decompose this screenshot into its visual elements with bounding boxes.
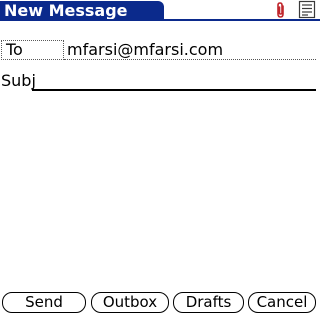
- drafts-button[interactable]: Drafts: [173, 292, 244, 313]
- to-field[interactable]: mfarsi@mfarsi.com: [67, 40, 223, 60]
- page-title: New Message: [4, 1, 128, 20]
- title-bar: New Message: [0, 1, 164, 21]
- message-body[interactable]: [0, 94, 320, 290]
- outbox-button[interactable]: Outbox: [91, 292, 169, 313]
- subject-field[interactable]: [32, 89, 316, 91]
- title-underline: [0, 19, 320, 21]
- to-field-underline: [64, 59, 316, 60]
- details-icon[interactable]: [298, 0, 316, 19]
- paperclip-icon[interactable]: [274, 1, 288, 19]
- send-button[interactable]: Send: [2, 292, 86, 313]
- cancel-button[interactable]: Cancel: [248, 292, 316, 313]
- to-label[interactable]: To: [6, 40, 23, 60]
- subject-label: Subj: [1, 71, 36, 90]
